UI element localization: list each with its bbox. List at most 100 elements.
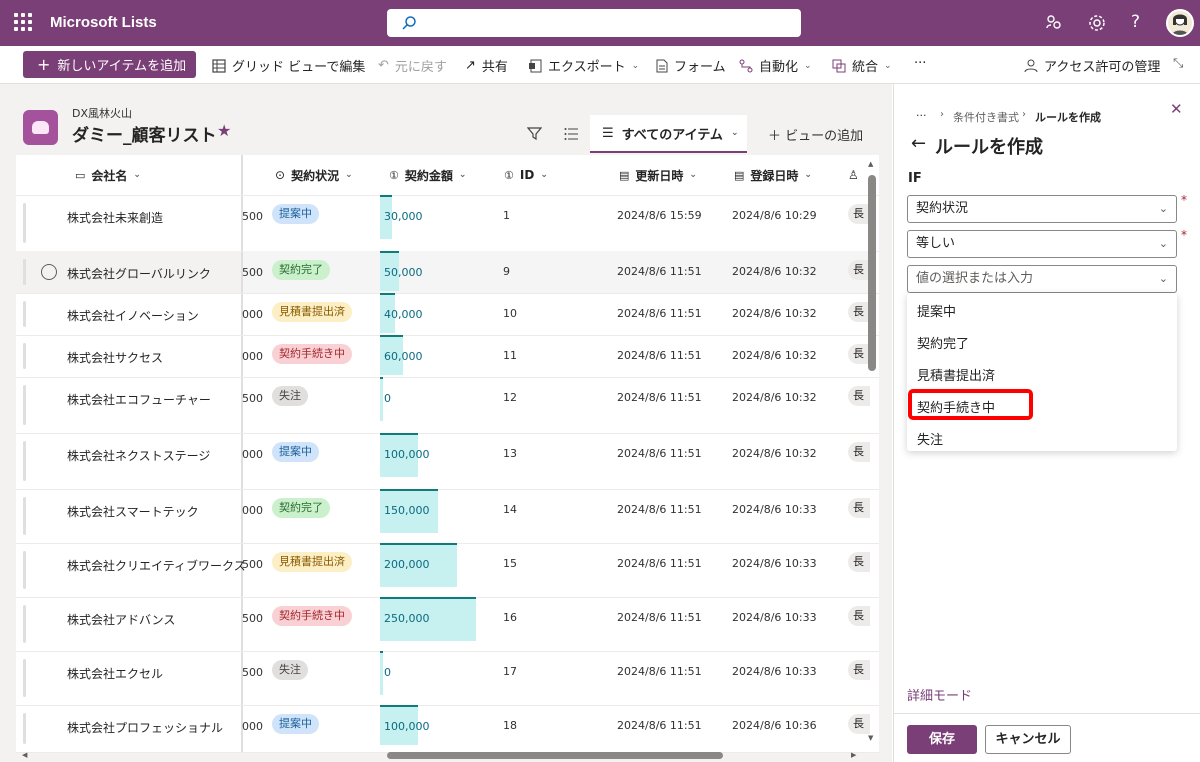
integrate-button[interactable]: 統合 ⌄ [832,56,892,75]
collapse-icon[interactable]: ⤡ [1173,56,1183,71]
row-company-name[interactable]: 株式会社ネクストステージ [67,447,210,464]
automate-button[interactable]: 自動化 ⌄ [739,56,812,75]
row-select-checkbox[interactable] [41,264,57,280]
advanced-mode-link[interactable]: 詳細モード [907,685,972,704]
scroll-up-icon[interactable]: ▲ [868,160,873,168]
column-header-updated[interactable]: ▤ 更新日時 ⌄ [619,155,697,195]
row-id: 14 [503,503,517,516]
amount-value: 60,000 [384,350,423,363]
option-lost[interactable]: 失注 [917,429,943,448]
row-divider [16,489,879,490]
row-drag-handle[interactable] [23,551,26,589]
option-quote-submitted[interactable]: 見積書提出済 [917,365,995,384]
site-breadcrumb[interactable]: DX風林火山 [72,105,132,121]
chevron-down-icon: ⌄ [730,128,739,138]
save-button[interactable]: 保存 [907,725,977,754]
list-title[interactable]: ダミー_顧客リスト [72,121,217,146]
row-updated: 2024/8/6 11:51 [617,265,702,278]
row-company-name[interactable]: 株式会社サクセス [67,349,163,366]
grid-edit-button[interactable]: グリッド ビューで編集 [212,56,365,75]
group-by-icon[interactable] [564,126,579,141]
avatar[interactable] [1166,9,1194,37]
row-person-badge: 長 [848,606,870,626]
row-drag-handle[interactable] [23,605,26,643]
manage-access-button[interactable]: アクセス許可の管理 [1024,56,1160,75]
scroll-right-icon[interactable]: ▶ [851,751,856,759]
row-drag-handle[interactable] [23,659,26,697]
people-icon[interactable] [1044,13,1064,33]
app-title[interactable]: Microsoft Lists [50,14,157,31]
row-company-name[interactable]: 株式会社グローバルリンク [67,265,211,282]
status-badge: 契約完了 [272,498,330,518]
row-updated: 2024/8/6 11:51 [617,611,702,624]
row-drag-handle[interactable] [23,343,26,369]
row-company-name[interactable]: 株式会社スマートテック [67,503,199,520]
row-drag-handle[interactable] [23,301,26,327]
scroll-down-icon[interactable]: ▼ [868,734,873,742]
add-view-button[interactable]: ＋ ビューの追加 [768,125,863,144]
row-updated: 2024/8/6 11:51 [617,447,702,460]
integrate-icon [832,59,846,72]
grid-icon [212,58,226,73]
row-company-name[interactable]: 株式会社エコフューチャー [67,391,211,408]
option-proposal[interactable]: 提案中 [917,301,956,320]
amount-value: 150,000 [384,504,430,517]
operator-dropdown[interactable]: 等しい ⌄ [907,230,1177,258]
calendar-icon: ▤ [734,168,745,182]
undo-button[interactable]: ↶ 元に戻す [378,56,447,75]
row-updated: 2024/8/6 15:59 [617,209,702,222]
field-dropdown[interactable]: 契約状況 ⌄ [907,195,1177,223]
column-header-created[interactable]: ▤ 登録日時 ⌄ [734,155,812,195]
status-badge: 提案中 [272,714,319,734]
status-badge: 提案中 [272,442,319,462]
row-drag-handle[interactable] [23,385,26,425]
row-drag-handle[interactable] [23,497,26,535]
row-company-name[interactable]: 株式会社クリエイティブワークス [67,557,246,574]
chevron-down-icon: ⌄ [133,170,141,180]
horizontal-scrollbar-thumb[interactable] [387,752,723,759]
back-arrow-icon[interactable]: ← [911,133,926,154]
row-drag-handle[interactable] [23,713,26,744]
column-header-id[interactable]: ① ID ⌄ [504,155,548,195]
column-header-company[interactable]: ▭ 会社名 ⌄ [75,155,141,195]
help-icon[interactable]: ? [1131,12,1140,32]
panel-breadcrumb-more[interactable]: ··· [916,109,927,122]
row-hidden-column-fragment: 000 [242,350,263,363]
favorite-star-icon[interactable]: ★ [217,121,231,140]
new-item-button[interactable]: + 新しいアイテムを追加 [23,51,196,78]
row-company-name[interactable]: 株式会社アドバンス [67,611,175,628]
form-button[interactable]: フォーム [656,56,726,75]
chevron-down-icon: ⌄ [1158,202,1168,215]
row-drag-handle[interactable] [23,441,26,481]
row-company-name[interactable]: 株式会社エクセル [67,665,163,682]
cancel-button[interactable]: キャンセル [985,725,1071,754]
search-box[interactable] [387,9,801,37]
share-button[interactable]: ↗ 共有 [465,56,508,75]
scroll-left-icon[interactable]: ◀ [22,751,27,759]
chevron-down-icon: ⌄ [804,60,812,71]
more-button[interactable]: ··· [914,56,926,71]
row-id: 12 [503,391,517,404]
column-header-status[interactable]: ⊙ 契約状況 ⌄ [275,155,353,195]
value-combobox[interactable]: 値の選択または入力 ⌄ [907,265,1177,293]
close-icon[interactable]: ✕ [1170,100,1183,118]
gear-icon[interactable] [1087,13,1107,33]
text-column-icon: ▭ [75,168,86,182]
flow-icon [739,59,753,72]
row-drag-handle[interactable] [23,203,26,243]
vertical-scrollbar-thumb[interactable] [868,175,876,371]
person-column-icon[interactable]: ♙ [848,155,859,195]
filter-icon[interactable] [527,126,542,141]
row-company-name[interactable]: 株式会社未来創造 [67,209,163,226]
row-drag-handle[interactable] [23,259,26,285]
row-person-badge: 長 [848,386,870,406]
panel-breadcrumb-conditional[interactable]: 条件付き書式 [953,109,1019,125]
row-company-name[interactable]: 株式会社プロフェッショナル [67,719,223,736]
option-contract-complete[interactable]: 契約完了 [917,333,969,352]
tab-all-items[interactable]: ☰ すべてのアイテム ⌄ [590,115,747,153]
row-company-name[interactable]: 株式会社イノベーション [67,307,199,324]
row-divider [16,293,879,294]
export-button[interactable]: エクスポート ⌄ [528,56,639,75]
app-launcher-icon[interactable] [14,13,32,31]
column-header-amount[interactable]: ① 契約金額 ⌄ [389,155,466,195]
